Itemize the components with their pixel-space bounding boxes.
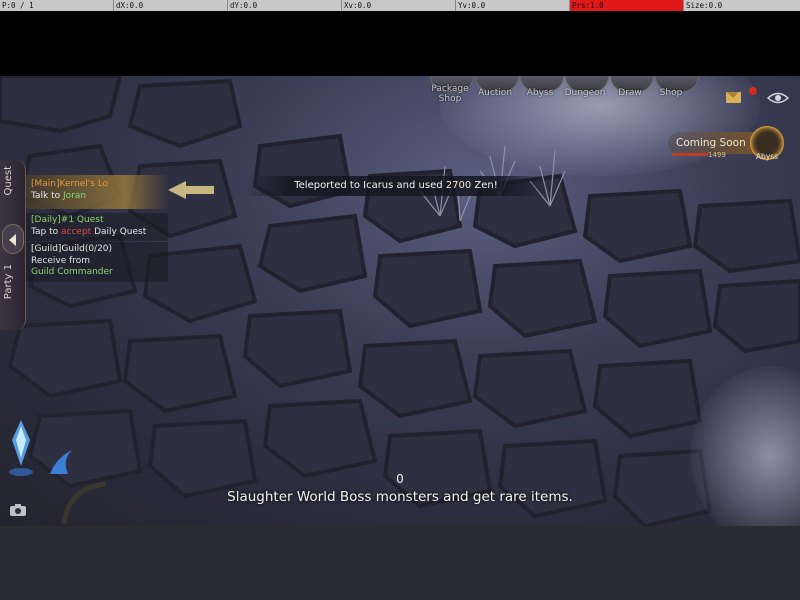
- quest-target-npc: Joran: [63, 190, 87, 201]
- collapse-panel-button[interactable]: [2, 224, 24, 254]
- crystal-skill-icon[interactable]: [6, 418, 36, 478]
- tab-party[interactable]: Party 1: [3, 264, 21, 314]
- quest-accept-link: accept: [61, 226, 92, 237]
- quest-target-npc: Guild Commander: [31, 267, 113, 277]
- shop-label: Shop: [659, 88, 683, 98]
- eye-icon[interactable]: [767, 92, 789, 104]
- velocity-y: Yv:0.0: [456, 0, 570, 11]
- quest-tag: [Daily]: [31, 215, 61, 225]
- mail-icon[interactable]: [726, 92, 741, 103]
- notice-amount: 2700: [445, 180, 472, 191]
- quest-instruction: Tap to: [31, 226, 61, 237]
- abyss-badge-label: Abyss: [755, 152, 779, 161]
- quest-title: Guild(0/20): [61, 244, 113, 254]
- pointer-count: P:0 / 1: [0, 0, 114, 11]
- quest-list: [Main]Kernel's Lo Talk to Joran [Daily]#…: [26, 173, 168, 283]
- tab-party-label: Party 1: [3, 264, 14, 300]
- navigation-bar-area: [0, 526, 800, 600]
- quest-instruction-suffix: Daily Quest: [91, 226, 147, 237]
- event-progress-bar: [672, 153, 708, 156]
- notice-suffix: Zen!: [471, 180, 498, 191]
- quest-title: #1 Quest: [60, 215, 104, 225]
- delta-x: dX:0.0: [114, 0, 228, 11]
- tab-quest[interactable]: Quest: [3, 166, 21, 210]
- quest-instruction: Receive from: [31, 255, 91, 266]
- quest-tag: [Guild]: [31, 244, 62, 254]
- quest-item-main[interactable]: [Main]Kernel's Lo Talk to Joran: [26, 175, 168, 209]
- hint-message: Slaughter World Boss monsters and get ra…: [227, 489, 573, 505]
- quest-item-guild[interactable]: [Guild]Guild(0/20) Receive from Guild Co…: [26, 242, 168, 282]
- kill-count: 0: [396, 472, 404, 486]
- tab-quest-label: Quest: [3, 166, 14, 196]
- camera-icon[interactable]: [9, 503, 27, 517]
- notification-dot-icon: [749, 87, 757, 95]
- pointer-location-overlay: P:0 / 1 dX:0.0 dY:0.0 Xv:0.0 Yv:0.0 Prs:…: [0, 0, 800, 11]
- screen: P:0 / 1 dX:0.0 dY:0.0 Xv:0.0 Yv:0.0 Prs:…: [0, 0, 800, 600]
- quest-pointer-arrow-icon: [168, 181, 214, 199]
- joystick-area[interactable]: [58, 480, 128, 526]
- delta-y: dY:0.0: [228, 0, 342, 11]
- notice-prefix: Teleported to Icarus and used: [294, 180, 446, 191]
- velocity-x: Xv:0.0: [342, 0, 456, 11]
- event-count: 1499: [708, 151, 726, 159]
- quest-tag: [Main]: [31, 179, 60, 189]
- top-menu-bar: Package Shop Auction Abyss Dungeon Draw …: [420, 76, 700, 112]
- pressure: Prs:1.0: [570, 0, 684, 11]
- quest-title: Kernel's Lo: [59, 179, 109, 189]
- flame-effect-icon: [50, 450, 72, 474]
- system-notice: Teleported to Icarus and used 2700 Zen!: [246, 176, 546, 196]
- quest-instruction: Talk to: [31, 190, 63, 201]
- quest-item-daily[interactable]: [Daily]#1 Quest Tap to accept Daily Ques…: [26, 213, 168, 241]
- touch-size: Size:0.0: [686, 1, 723, 10]
